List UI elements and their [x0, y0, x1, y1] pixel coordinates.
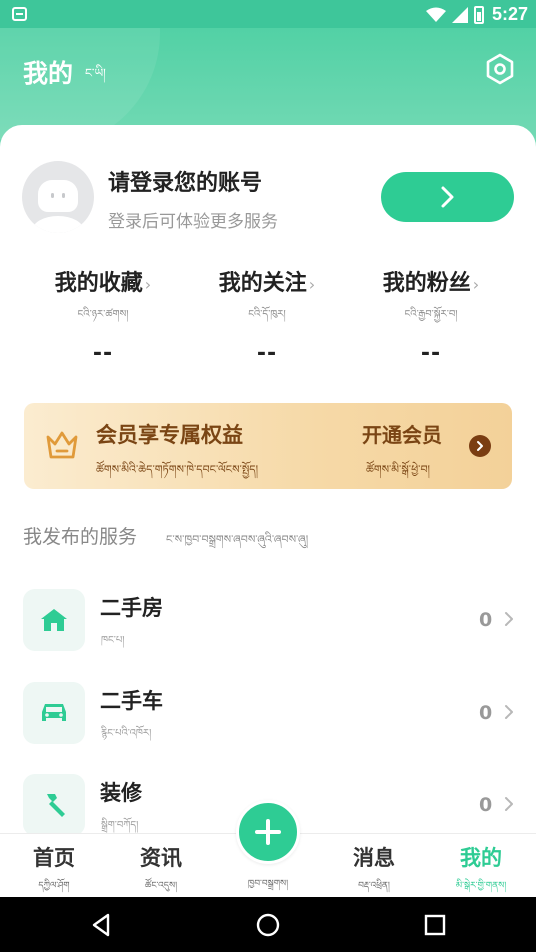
login-hint: 登录后可体验更多服务 [108, 212, 278, 232]
stats-row: 我的收藏 › ངའི་ཉར་ཚགས། -- 我的关注 › ངའི་དོ་ཁུར། -… [0, 265, 536, 366]
chevron-right-icon [441, 186, 453, 208]
status-bar: 5:27 [0, 0, 536, 28]
chevron-right-icon [505, 612, 513, 626]
system-nav-bar [0, 897, 536, 952]
publish-label: ཁྱབ་བསྒྲགས། [247, 879, 289, 889]
notification-icon [12, 7, 27, 21]
tab-mine[interactable]: 我的 མི་སྒེར་གྱི་གནས། [436, 842, 526, 901]
settings-icon[interactable] [484, 52, 516, 86]
stat-favorites-sub: ངའི་ཉར་ཚགས། [77, 309, 129, 320]
service-title: 二手房 [100, 596, 163, 620]
vip-banner[interactable]: 会员享专属权益 ཚོགས་མིའི་ཆེད་གཏོགས་ཁེ་དབང་ལོངས་… [24, 403, 512, 489]
chevron-right-icon [505, 705, 513, 719]
tab-news[interactable]: 资讯 ཚོང་འདུས། [116, 842, 206, 901]
login-prompt[interactable]: 请登录您的账号 [108, 165, 262, 197]
home-icon[interactable] [255, 912, 281, 938]
avatar-body [32, 216, 84, 233]
service-title: 二手车 [100, 689, 163, 713]
vip-title: 会员享专属权益 [96, 423, 243, 447]
publish-button[interactable] [236, 800, 300, 864]
chevron-right-icon [505, 797, 513, 811]
car-icon [42, 704, 66, 721]
battery-icon [473, 5, 484, 24]
stat-favorites[interactable]: 我的收藏 › ངའི་ཉར་ཚགས། -- [21, 265, 185, 366]
service-item-second-hand-house[interactable]: 二手房 ཁང་པ། 0 [0, 589, 536, 669]
stat-following-value: -- [256, 341, 278, 366]
page-title: 我的 [23, 59, 74, 88]
tab-label: 消息 [353, 846, 395, 870]
section-subtitle: ང་ས་ཁྱབ་བསྒྲགས་ཞབས་ཞུའི་ཞབས་ཞུ། [166, 533, 309, 546]
signal-icon [451, 6, 468, 23]
login-button[interactable] [381, 172, 514, 222]
service-count: 0 [479, 609, 493, 631]
crown-icon [46, 431, 78, 459]
service-item-second-hand-car[interactable]: 二手车 རྙིང་པའི་འཁོར། 0 [0, 682, 536, 762]
clock: 5:27 [491, 4, 528, 24]
stat-following-label: 我的关注 [218, 271, 307, 296]
chevron-right-icon: › [472, 275, 480, 294]
chevron-right-icon: › [308, 275, 316, 294]
tab-label: 首页 [33, 846, 75, 870]
vip-open-sub: ཚོགས་མི་སྒོ་ཕྱེ་བ། [366, 463, 430, 476]
back-icon[interactable] [88, 912, 114, 938]
chevron-right-icon [477, 441, 483, 451]
service-subtitle: རྙིང་པའི་འཁོར། [101, 728, 152, 739]
vip-open-button[interactable] [469, 435, 491, 457]
plus-icon [255, 819, 281, 845]
service-title: 装修 [100, 781, 142, 805]
tab-messages[interactable]: 消息 བརྡ་འཕྲིན། [329, 842, 419, 901]
tab-label: 资讯 [140, 846, 182, 870]
service-count: 0 [479, 794, 493, 816]
wifi-icon [425, 7, 446, 22]
stat-followers[interactable]: 我的粉丝 › ངའི་རྒྱབ་སྐྱོར་བ། -- [349, 265, 513, 366]
profile-card: 请登录您的账号 登录后可体验更多服务 我的收藏 › ངའི་ཉར་ཚགས། -- … [0, 125, 536, 833]
stat-followers-sub: ངའི་རྒྱབ་སྐྱོར་བ། [404, 309, 458, 320]
stat-following-sub: ངའི་དོ་ཁུར། [248, 309, 286, 320]
avatar[interactable] [22, 161, 94, 233]
service-subtitle: སྒྲིག་བཀོད། [101, 820, 139, 831]
page-subtitle: ང་ཡི། [85, 66, 106, 80]
tab-label: 我的 [460, 846, 502, 870]
chevron-right-icon: › [144, 275, 152, 294]
service-count: 0 [479, 702, 493, 724]
stat-favorites-label: 我的收藏 [54, 271, 143, 296]
hammer-icon [47, 794, 65, 817]
stat-following[interactable]: 我的关注 › ངའི་དོ་ཁུར། -- [185, 265, 349, 366]
tab-home[interactable]: 首页 དཀྱིལ་ཤོག [9, 842, 99, 901]
house-icon [41, 609, 67, 631]
stat-favorites-value: -- [92, 341, 114, 366]
stat-followers-value: -- [420, 341, 442, 366]
section-title: 我发布的服务 [23, 526, 138, 548]
vip-open-label[interactable]: 开通会员 [362, 419, 442, 448]
vip-subtitle: ཚོགས་མིའི་ཆེད་གཏོགས་ཁེ་དབང་ལོངས་སྤྱོད། [96, 463, 259, 476]
service-subtitle: ཁང་པ། [101, 635, 125, 646]
recents-icon[interactable] [422, 912, 448, 938]
stat-followers-label: 我的粉丝 [382, 271, 471, 296]
avatar-face [38, 180, 78, 212]
